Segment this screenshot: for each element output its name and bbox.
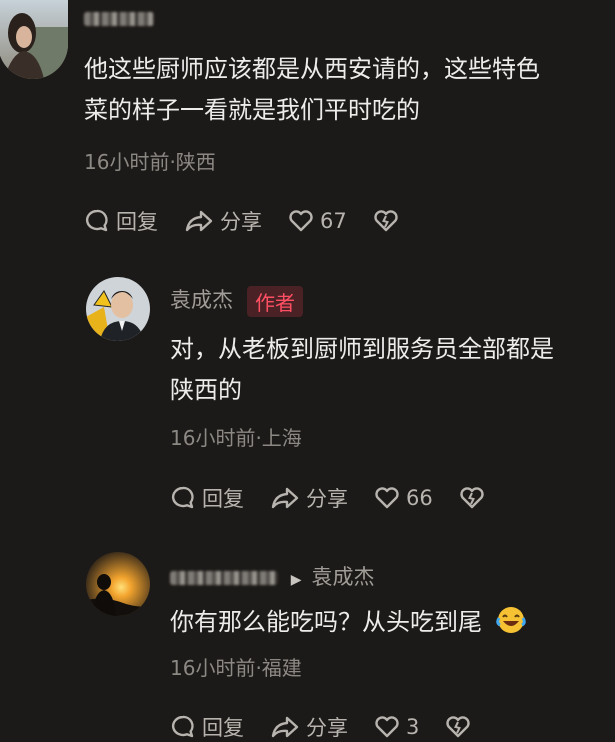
share-arrow-icon (271, 716, 299, 738)
dislike-button[interactable] (459, 486, 491, 510)
share-button[interactable]: 分享 (184, 206, 262, 236)
reply-label: 回复 (116, 210, 158, 234)
heart-icon (375, 716, 399, 738)
share-label: 分享 (220, 210, 262, 234)
reply-bubble-icon (171, 486, 194, 509)
reply-bubble-icon (171, 715, 194, 738)
like-button[interactable]: 67 (288, 209, 347, 233)
comment-text-line-2: 菜的样子一看就是我们平时吃的 (84, 96, 420, 124)
comment-actions: 回复 分享 66 (170, 483, 517, 513)
comment-text: 对，从老板到厨师到服务员全部都是 陕西的 (170, 329, 600, 411)
broken-heart-icon (374, 210, 398, 232)
reply-arrow-icon: ▶ (290, 572, 302, 588)
heart-icon (289, 210, 313, 232)
reply-to-name[interactable]: 袁成杰 (311, 565, 374, 589)
username[interactable] (84, 6, 154, 30)
username-text: 袁成杰 (170, 288, 233, 312)
comment-text: 你有那么能吃吗？从头吃到尾 (170, 602, 600, 648)
author-badge: 作者 (247, 285, 303, 317)
share-arrow-icon (271, 487, 299, 509)
avatar[interactable] (86, 277, 150, 341)
blurred-username (84, 12, 154, 26)
like-button[interactable]: 3 (374, 715, 419, 739)
reply-bubble-icon (85, 209, 108, 232)
laughing-emoji-icon (495, 605, 526, 648)
comment-meta: 16小时前·上海 (170, 426, 302, 450)
comment-text: 他这些厨师应该都是从西安请的，这些特色 菜的样子一看就是我们平时吃的 (84, 49, 604, 131)
username[interactable]: ▶ 袁成杰 (170, 561, 374, 591)
blurred-username (170, 571, 278, 585)
comment-meta: 16小时前·陕西 (84, 150, 216, 174)
comment-text-line: 你有那么能吃吗？从头吃到尾 (170, 608, 482, 636)
like-count: 66 (406, 486, 433, 510)
share-arrow-icon (185, 210, 213, 232)
broken-heart-icon (446, 716, 471, 738)
reply-button[interactable]: 回复 (170, 483, 244, 513)
heart-icon (375, 487, 399, 509)
comment-text-line-1: 他这些厨师应该都是从西安请的，这些特色 (84, 55, 540, 83)
like-count: 3 (406, 715, 420, 739)
share-label: 分享 (306, 487, 348, 511)
like-button[interactable]: 66 (374, 486, 433, 510)
avatar[interactable] (0, 0, 68, 79)
like-count: 67 (320, 209, 347, 233)
share-button[interactable]: 分享 (270, 483, 348, 513)
avatar[interactable] (86, 552, 150, 616)
reply-label: 回复 (202, 487, 244, 511)
broken-heart-icon (460, 487, 484, 509)
dislike-button[interactable] (373, 209, 405, 233)
reply-button[interactable]: 回复 (84, 206, 158, 236)
dislike-button[interactable] (445, 715, 477, 739)
comment-meta: 16小时前·福建 (170, 656, 302, 680)
comment-text-line-1: 对，从老板到厨师到服务员全部都是 (170, 335, 554, 363)
username[interactable]: 袁成杰 作者 (170, 284, 303, 317)
comment-actions: 回复 分享 67 (84, 206, 431, 236)
comment-text-line-2: 陕西的 (170, 376, 242, 404)
